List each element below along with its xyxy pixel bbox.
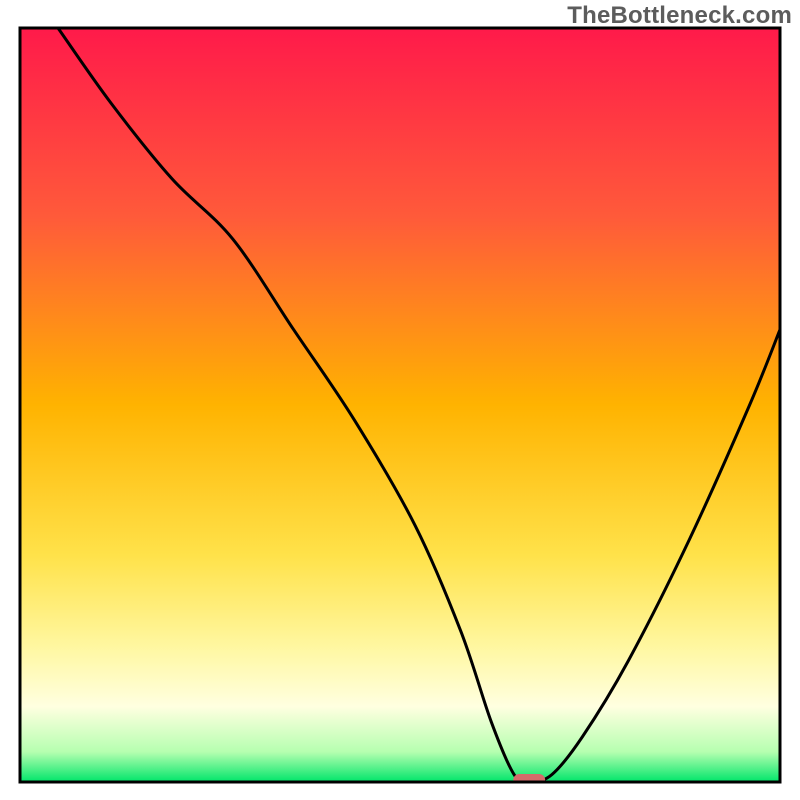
chart-container: TheBottleneck.com — [0, 0, 800, 800]
optimal-marker — [513, 774, 545, 786]
gradient-background — [20, 28, 780, 782]
bottleneck-chart — [0, 0, 800, 800]
watermark-text: TheBottleneck.com — [567, 2, 792, 30]
